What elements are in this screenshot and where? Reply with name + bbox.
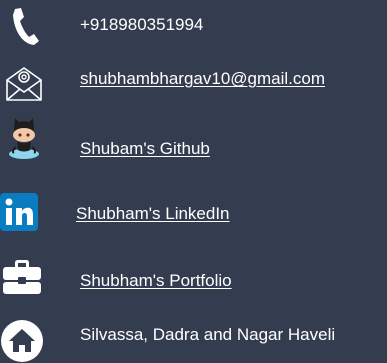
linkedin-link[interactable]: Shubham's LinkedIn	[76, 203, 230, 225]
contact-row-linkedin: Shubham's LinkedIn	[0, 188, 387, 240]
mail-icon	[6, 67, 42, 101]
contact-panel: { "contact": { "phone": { "icon": "phone…	[0, 0, 387, 363]
contact-row-email: shubhambhargav10@gmail.com	[0, 52, 387, 104]
home-icon	[1, 320, 43, 362]
contact-row-phone: +918980351994	[0, 0, 387, 52]
location-text: Silvassa, Dadra and Nagar Haveli	[80, 325, 336, 344]
contact-row-portfolio: Shubham's Portfolio	[0, 252, 387, 304]
phone-number: +918980351994	[80, 15, 204, 34]
contact-row-location: Silvassa, Dadra and Nagar Haveli	[0, 310, 387, 362]
linkedin-icon	[0, 193, 38, 231]
email-link[interactable]: shubhambhargav10@gmail.com	[80, 68, 325, 90]
portfolio-link[interactable]: Shubham's Portfolio	[80, 270, 232, 292]
briefcase-icon	[3, 260, 41, 294]
github-octocat-icon	[9, 118, 39, 159]
contact-row-github: Shubam's Github	[0, 104, 387, 159]
github-link[interactable]: Shubam's Github	[80, 138, 210, 160]
phone-icon	[13, 8, 39, 45]
